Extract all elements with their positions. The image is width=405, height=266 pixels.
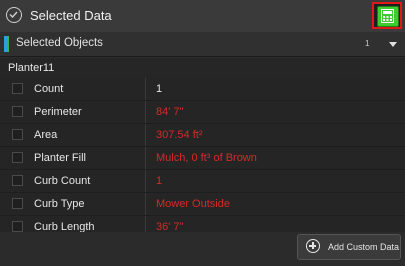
panel-title: Selected Data bbox=[30, 8, 112, 23]
add-custom-data-label: Add Custom Data bbox=[328, 242, 400, 252]
calculator-icon bbox=[377, 6, 399, 27]
column-divider bbox=[145, 78, 146, 100]
calculator-button[interactable] bbox=[372, 2, 402, 29]
property-value: 307.54 ft² bbox=[156, 129, 203, 141]
property-row-curb-type: Curb Type Mower Outside bbox=[0, 193, 405, 216]
row-checkbox[interactable] bbox=[12, 106, 23, 117]
row-checkbox[interactable] bbox=[12, 175, 23, 186]
property-row-count: Count 1 bbox=[0, 78, 405, 101]
accent-bar-green bbox=[7, 36, 9, 52]
property-value: 1 bbox=[156, 83, 163, 95]
property-row-curb-count: Curb Count 1 bbox=[0, 170, 405, 193]
property-row-perimeter: Perimeter 84' 7" bbox=[0, 101, 405, 124]
property-label: Area bbox=[34, 129, 58, 141]
object-name: Planter11 bbox=[8, 62, 55, 74]
row-checkbox[interactable] bbox=[12, 152, 23, 163]
panel-header: Selected Data bbox=[0, 0, 405, 33]
row-checkbox[interactable] bbox=[12, 198, 23, 209]
property-label: Curb Type bbox=[34, 198, 85, 210]
selected-objects-count: 1 bbox=[365, 39, 370, 48]
property-value: Mulch, 0 ft³ of Brown bbox=[156, 152, 257, 164]
row-checkbox[interactable] bbox=[12, 83, 23, 94]
property-row-planter-fill: Planter Fill Mulch, 0 ft³ of Brown bbox=[0, 147, 405, 170]
column-divider bbox=[145, 124, 146, 146]
column-divider bbox=[145, 101, 146, 123]
column-divider bbox=[145, 170, 146, 192]
property-label: Count bbox=[34, 83, 64, 95]
property-row-area: Area 307.54 ft² bbox=[0, 124, 405, 147]
column-divider bbox=[145, 147, 146, 169]
object-name-row: Planter11 bbox=[0, 58, 405, 79]
property-label: Curb Count bbox=[34, 175, 91, 187]
selected-objects-dropdown[interactable]: Selected Objects 1 bbox=[0, 32, 405, 57]
property-value: 1 bbox=[156, 175, 163, 187]
column-divider bbox=[145, 193, 146, 215]
plus-circle-icon bbox=[306, 239, 320, 253]
property-value: 84' 7" bbox=[156, 106, 184, 118]
check-circle-icon[interactable] bbox=[6, 7, 22, 23]
property-label: Planter Fill bbox=[34, 152, 86, 164]
property-value: Mower Outside bbox=[156, 198, 230, 210]
properties-table: Count 1 Perimeter 84' 7" Area 307.54 ft²… bbox=[0, 78, 405, 239]
add-custom-data-button[interactable]: Add Custom Data bbox=[297, 234, 401, 260]
chevron-down-icon[interactable] bbox=[389, 42, 397, 47]
property-label: Perimeter bbox=[34, 106, 82, 118]
row-checkbox[interactable] bbox=[12, 221, 23, 232]
selected-objects-label: Selected Objects bbox=[16, 37, 103, 49]
row-checkbox[interactable] bbox=[12, 129, 23, 140]
